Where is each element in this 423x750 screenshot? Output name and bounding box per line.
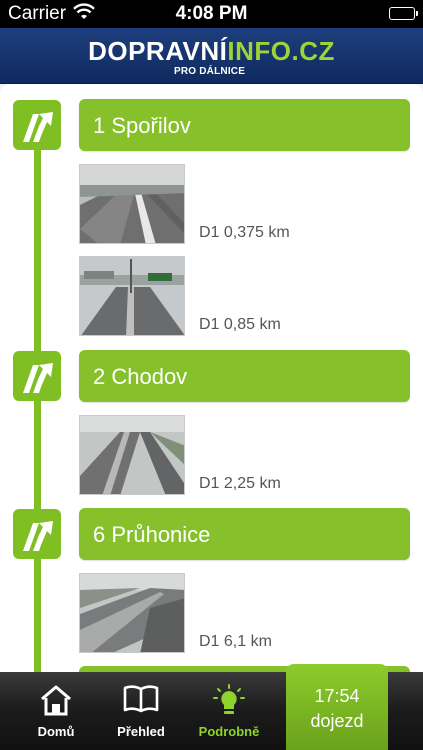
logo-text-a: DOPRAVNÍ (88, 36, 228, 66)
camera-label: D1 2,25 km (199, 475, 281, 492)
tab-detail-label: Podrobně (198, 724, 260, 739)
logo-subtitle: PRO DÁLNICE (174, 66, 246, 77)
camera-label: D1 6,1 km (199, 633, 272, 650)
battery-icon (389, 7, 418, 20)
tab-bar: Domů Přehled Podrobně 17:54 dojezd (0, 664, 423, 750)
lightbulb-icon (211, 684, 247, 721)
exit-icon (13, 351, 61, 401)
exit-průhonice[interactable]: 6 Průhonice (79, 508, 410, 560)
tab-detail[interactable]: Podrobně (190, 672, 268, 750)
logo-text-b: INFO.CZ (227, 36, 335, 66)
app-header: DOPRAVNÍINFO.CZ PRO DÁLNICE (0, 28, 423, 84)
arrival-time-panel[interactable]: 17:54 dojezd (286, 664, 388, 750)
tab-overview-label: Přehled (117, 724, 165, 739)
exit-icon (13, 100, 61, 150)
home-icon (39, 684, 73, 719)
logo: DOPRAVNÍINFO.CZ (0, 36, 423, 67)
status-bar: Carrier 4:08 PM (0, 0, 423, 28)
arrival-time: 17:54 (314, 686, 360, 706)
camera-thumbnail[interactable] (79, 256, 185, 336)
camera-thumbnail[interactable] (79, 415, 185, 495)
camera-thumbnail[interactable] (79, 573, 185, 653)
clock: 4:08 PM (175, 3, 248, 24)
route-list[interactable]: 1 Spořilov D1 0,375 km D1 0,85 km 2 Chod… (0, 84, 423, 672)
tab-overview[interactable]: Přehled (105, 672, 177, 750)
exit-icon (13, 509, 61, 559)
exit-chodov[interactable]: 2 Chodov (79, 350, 410, 402)
exit-spořilov[interactable]: 1 Spořilov (79, 99, 410, 151)
tab-home[interactable]: Domů (20, 672, 92, 750)
arrival-label: dojezd (310, 711, 364, 731)
camera-label: D1 0,85 km (199, 316, 281, 333)
camera-label: D1 0,375 km (199, 224, 290, 241)
book-icon (123, 684, 159, 717)
tab-home-label: Domů (37, 724, 75, 739)
camera-thumbnail[interactable] (79, 164, 185, 244)
